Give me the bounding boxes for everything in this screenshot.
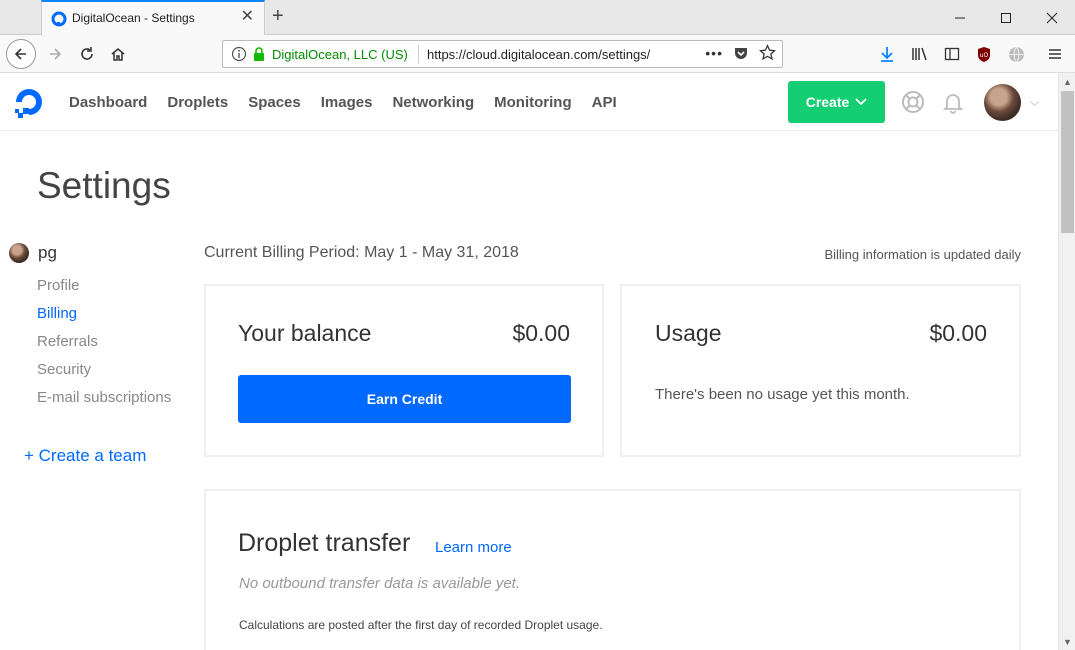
- sidebar-username: pg: [38, 243, 57, 262]
- create-label: Create: [805, 94, 850, 110]
- url-bar[interactable]: DigitalOcean, LLC (US) https://cloud.dig…: [222, 40, 783, 68]
- nav-droplets[interactable]: Droplets: [167, 94, 228, 111]
- maximize-icon[interactable]: [983, 0, 1029, 35]
- menu-icon[interactable]: [1045, 44, 1065, 64]
- lock-icon: [254, 47, 264, 61]
- sidebar-item-billing[interactable]: Billing: [37, 305, 171, 333]
- account-chevron-down-icon[interactable]: ⌵: [1030, 95, 1039, 110]
- info-icon[interactable]: [231, 46, 247, 62]
- tab-title: DigitalOcean - Settings: [72, 11, 195, 25]
- billing-period: Current Billing Period: May 1 - May 31, …: [204, 244, 519, 261]
- scroll-up-icon[interactable]: ▲: [1063, 77, 1072, 87]
- notifications-bell-icon[interactable]: [941, 90, 965, 114]
- browser-toolbar: DigitalOcean, LLC (US) https://cloud.dig…: [0, 35, 1075, 73]
- nav-spaces[interactable]: Spaces: [248, 94, 301, 111]
- app-header: Dashboard Droplets Spaces Images Network…: [0, 73, 1058, 131]
- sidebar-item-profile[interactable]: Profile: [37, 277, 171, 305]
- usage-message: There's been no usage yet this month.: [655, 386, 910, 403]
- back-icon[interactable]: [6, 39, 36, 69]
- nav-dashboard[interactable]: Dashboard: [69, 94, 147, 111]
- reload-icon[interactable]: [72, 39, 102, 69]
- url-identity: DigitalOcean, LLC (US): [272, 47, 408, 62]
- sidebar-item-security[interactable]: Security: [37, 361, 171, 389]
- minimize-icon[interactable]: [937, 0, 983, 35]
- scroll-down-icon[interactable]: ▼: [1063, 637, 1072, 647]
- earn-credit-button[interactable]: Earn Credit: [238, 375, 571, 423]
- bookmark-star-icon[interactable]: [759, 44, 776, 61]
- nav-images[interactable]: Images: [321, 94, 373, 111]
- balance-card: Your balance $0.00 Earn Credit: [204, 284, 604, 457]
- balance-amount: $0.00: [512, 320, 570, 346]
- digitalocean-logo-icon[interactable]: [13, 86, 45, 118]
- page-title: Settings: [37, 165, 171, 206]
- sidebar-icon[interactable]: [942, 44, 962, 64]
- sidebar-user: pg: [9, 243, 57, 263]
- svg-text:uO: uO: [980, 52, 989, 59]
- globe-icon[interactable]: [1006, 44, 1026, 64]
- url-separator: [418, 45, 419, 63]
- browser-tab[interactable]: DigitalOcean - Settings ✕: [41, 0, 265, 35]
- droplet-transfer-card: Droplet transfer Learn more No outbound …: [204, 489, 1021, 650]
- usage-label: Usage: [655, 320, 722, 346]
- more-icon[interactable]: •••: [705, 45, 723, 61]
- nav-monitoring[interactable]: Monitoring: [494, 94, 571, 111]
- chevron-down-icon: [855, 98, 867, 106]
- create-button[interactable]: Create: [788, 81, 885, 123]
- close-window-icon[interactable]: [1029, 0, 1075, 35]
- forward-icon[interactable]: [40, 39, 70, 69]
- main-nav: Dashboard Droplets Spaces Images Network…: [69, 94, 617, 111]
- download-icon[interactable]: [877, 44, 897, 64]
- billing-info-note: Billing information is updated daily: [824, 247, 1021, 262]
- home-icon[interactable]: [103, 39, 133, 69]
- transfer-empty-message: No outbound transfer data is available y…: [239, 575, 521, 592]
- browser-tab-bar: DigitalOcean - Settings ✕ +: [0, 0, 1075, 35]
- nav-api[interactable]: API: [592, 94, 617, 111]
- ublock-icon[interactable]: uO: [974, 44, 994, 64]
- create-team-link[interactable]: + Create a team: [24, 446, 146, 466]
- tab-close-icon[interactable]: ✕: [241, 9, 254, 25]
- settings-menu: Profile Billing Referrals Security E-mai…: [37, 277, 171, 417]
- digitalocean-favicon-icon: [51, 11, 67, 27]
- droplet-transfer-title: Droplet transfer: [238, 529, 411, 557]
- page-scrollbar[interactable]: ▲ ▼: [1058, 73, 1075, 650]
- sidebar-item-referrals[interactable]: Referrals: [37, 333, 171, 361]
- scroll-thumb[interactable]: [1061, 91, 1074, 233]
- sidebar-avatar: [9, 243, 29, 263]
- new-tab-icon[interactable]: +: [272, 5, 284, 27]
- sidebar-item-email-subscriptions[interactable]: E-mail subscriptions: [37, 389, 171, 417]
- nav-networking[interactable]: Networking: [392, 94, 474, 111]
- usage-card: Usage $0.00 There's been no usage yet th…: [620, 284, 1021, 457]
- library-icon[interactable]: [910, 44, 930, 64]
- url-text[interactable]: https://cloud.digitalocean.com/settings/: [427, 47, 667, 62]
- usage-amount: $0.00: [929, 320, 987, 346]
- balance-label: Your balance: [238, 320, 372, 346]
- user-avatar[interactable]: [984, 84, 1021, 121]
- support-lifebuoy-icon[interactable]: [901, 90, 925, 114]
- pocket-icon[interactable]: [733, 45, 749, 61]
- transfer-note: Calculations are posted after the first …: [239, 618, 603, 632]
- learn-more-link[interactable]: Learn more: [435, 539, 512, 556]
